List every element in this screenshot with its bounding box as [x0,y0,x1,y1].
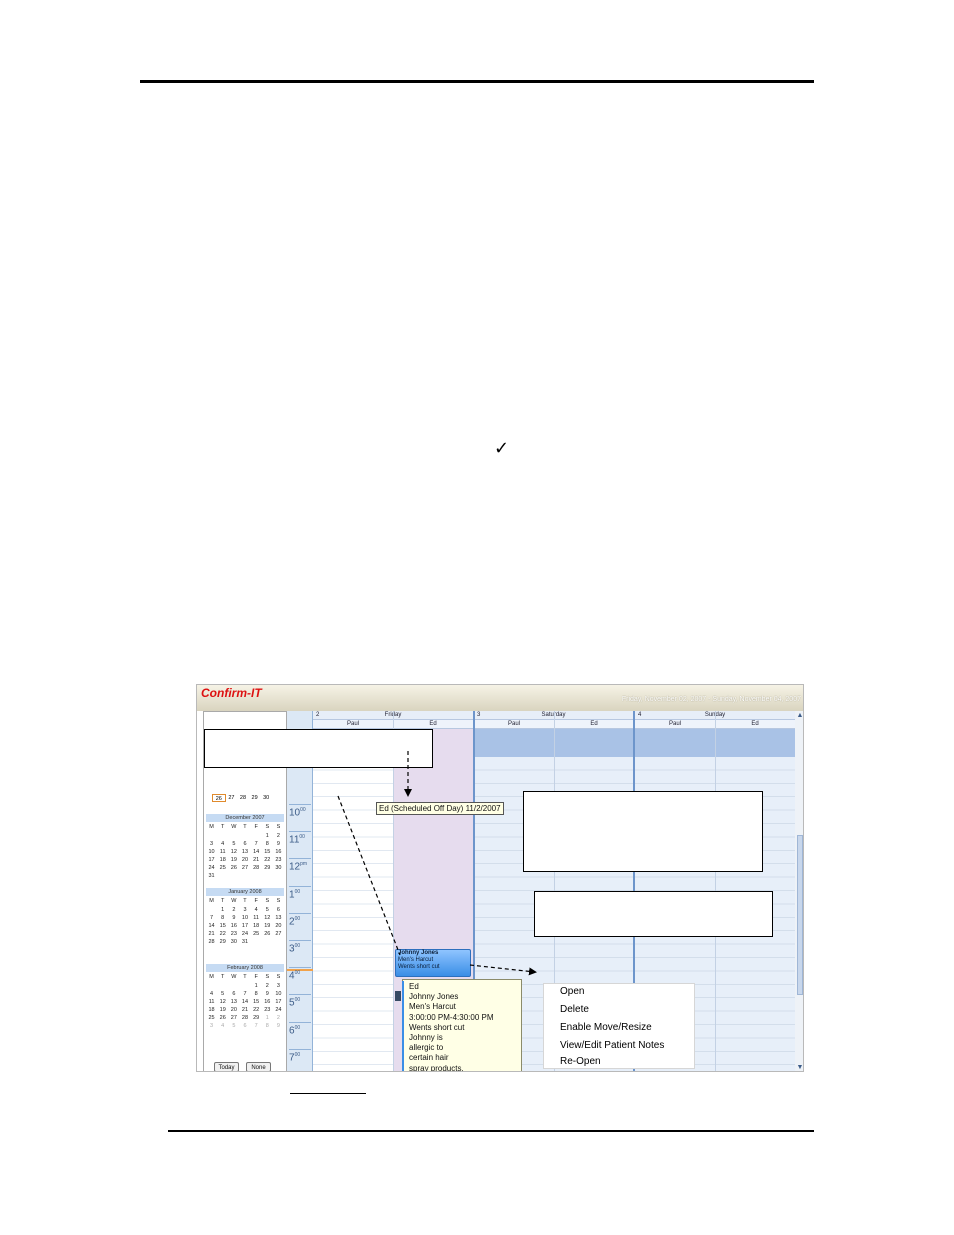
footer-rule [168,1130,814,1132]
callout-arrows [337,751,537,976]
arrow-to-context-menu [469,964,537,976]
caption-underline [290,1093,366,1094]
arrow-to-appointment [337,795,401,956]
